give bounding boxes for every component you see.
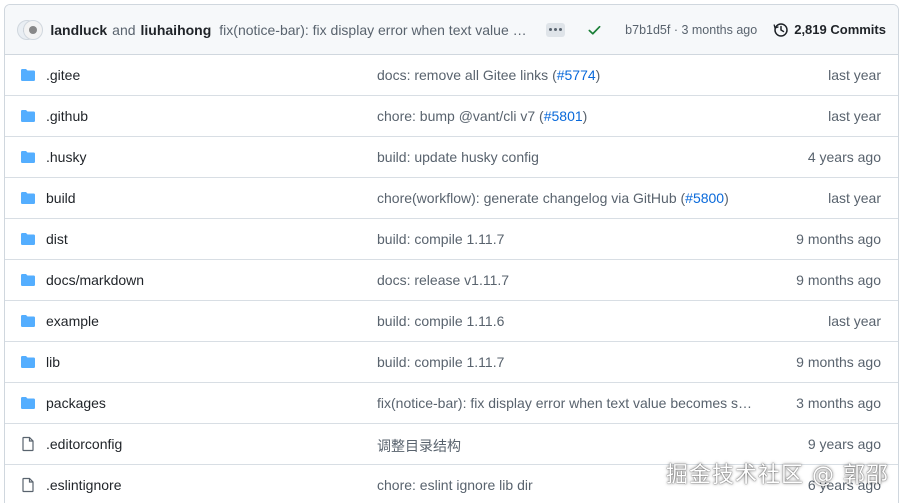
commit-age[interactable]: 9 months ago [796, 354, 881, 370]
folder-icon [20, 272, 36, 288]
pull-request-link[interactable]: #5774 [557, 67, 596, 83]
folder-icon [20, 313, 36, 329]
commit-message-link[interactable]: build: compile 1.11.7 [377, 231, 757, 247]
commit-message-link[interactable]: build: update husky config [377, 149, 757, 165]
file-name-link[interactable]: .eslintignore [46, 477, 122, 493]
file-name-link[interactable]: .github [46, 108, 88, 124]
file-row[interactable]: lib build: compile 1.11.7 9 months ago [5, 342, 898, 383]
commit-message-text[interactable]: chore: eslint ignore lib dir [377, 477, 533, 493]
watermark: 掘金技术社区 @ 郭邵 [666, 463, 889, 488]
avatar[interactable] [23, 19, 43, 40]
commit-age[interactable]: 4 years ago [808, 149, 881, 165]
file-name-link[interactable]: example [46, 313, 99, 329]
commit-age[interactable]: 9 months ago [796, 272, 881, 288]
commit-message-text[interactable]: chore: bump @vant/cli v7 ( [377, 108, 544, 124]
author-link[interactable]: landluck [50, 22, 107, 38]
commit-message-link[interactable]: 调整目录结构 [377, 436, 757, 456]
folder-icon [20, 108, 36, 124]
history-icon [773, 22, 788, 37]
folder-icon [20, 395, 36, 411]
commit-meta[interactable]: b7b1d5f · 3 months ago [625, 23, 757, 37]
commit-message-text[interactable]: build: update husky config [377, 149, 539, 165]
commit-age[interactable]: last year [828, 190, 881, 206]
commit-message-link[interactable]: chore(workflow): generate changelog via … [377, 190, 757, 206]
file-row[interactable]: .github chore: bump @vant/cli v7 (#5801) l… [5, 96, 898, 137]
file-row[interactable]: docs/markdown docs: release v1.11.7 9 mont… [5, 260, 898, 301]
commit-age[interactable]: 9 years ago [808, 436, 881, 452]
file-icon [20, 477, 36, 493]
file-row[interactable]: example build: compile 1.11.6 last year [5, 301, 898, 342]
commit-message-link[interactable]: fix(notice-bar): fix display error when … [377, 395, 757, 411]
pull-request-link[interactable]: #5800 [685, 190, 724, 206]
file-row[interactable]: .gitee docs: remove all Gitee links (#577… [5, 55, 898, 96]
file-name-link[interactable]: packages [46, 395, 106, 411]
file-name-link[interactable]: .gitee [46, 67, 80, 83]
file-rows: .gitee docs: remove all Gitee links (#577… [5, 55, 898, 503]
commit-message-link[interactable]: build: compile 1.11.7 [377, 354, 757, 370]
folder-icon [20, 149, 36, 165]
commit-message-text[interactable]: 调整目录结构 [377, 438, 461, 454]
commit-message-text[interactable]: build: compile 1.11.7 [377, 354, 504, 370]
folder-icon [20, 190, 36, 206]
commits-count: 2,819 Commits [794, 22, 886, 37]
commit-message-end: ) [724, 190, 729, 206]
commit-message-link[interactable]: build: compile 1.11.6 [377, 313, 757, 329]
commit-age[interactable]: last year [828, 108, 881, 124]
folder-icon [20, 231, 36, 247]
file-icon [20, 436, 36, 452]
commit-age[interactable]: last year [828, 67, 881, 83]
file-list-box: landluck and liuhaihong fix(notice-bar):… [4, 4, 899, 503]
commit-message-link[interactable]: docs: release v1.11.7 [377, 272, 757, 288]
commit-age[interactable]: last year [828, 313, 881, 329]
author-link[interactable]: liuhaihong [141, 22, 212, 38]
ellipsis-icon[interactable] [546, 22, 566, 37]
commit-age[interactable]: 9 months ago [796, 231, 881, 247]
file-name-link[interactable]: dist [46, 231, 68, 247]
file-row[interactable]: packages fix(notice-bar): fix display err… [5, 383, 898, 424]
file-name-link[interactable]: lib [46, 354, 60, 370]
file-name-link[interactable]: docs/markdown [46, 272, 144, 288]
commit-age[interactable]: 3 months ago [796, 395, 881, 411]
commit-message-link[interactable]: docs: remove all Gitee links (#5774) [377, 67, 757, 83]
file-name-link[interactable]: build [46, 190, 76, 206]
commits-history-link[interactable]: 2,819 Commits [773, 22, 886, 38]
and-text: and [112, 21, 136, 38]
folder-icon [20, 67, 36, 83]
folder-icon [20, 354, 36, 370]
commit-message-text[interactable]: docs: release v1.11.7 [377, 272, 509, 288]
file-row[interactable]: .husky build: update husky config 4 years … [5, 137, 898, 178]
commit-avatars[interactable] [17, 17, 43, 43]
commit-message-text[interactable]: build: compile 1.11.6 [377, 313, 504, 329]
check-icon[interactable] [587, 22, 602, 38]
file-name-link[interactable]: .editorconfig [46, 436, 122, 452]
commit-message-end: ) [582, 108, 588, 124]
pull-request-link[interactable]: #5801 [544, 108, 583, 124]
file-row[interactable]: dist build: compile 1.11.7 9 months ago [5, 219, 898, 260]
file-row[interactable]: build chore(workflow): generate changelog… [5, 178, 898, 219]
commit-message-text[interactable]: fix(notice-bar): fix display error when … [377, 395, 757, 411]
latest-commit-header: landluck and liuhaihong fix(notice-bar):… [5, 5, 898, 55]
file-name-link[interactable]: .husky [46, 149, 86, 165]
commit-message-text[interactable]: chore(workflow): generate changelog via … [377, 190, 685, 206]
commit-message-end: ) [595, 67, 601, 83]
latest-commit-message[interactable]: fix(notice-bar): fix display error when … [219, 22, 528, 38]
commit-message-text[interactable]: docs: remove all Gitee links ( [377, 67, 557, 83]
commit-message-link[interactable]: chore: bump @vant/cli v7 (#5801) [377, 108, 757, 124]
commit-message-text[interactable]: build: compile 1.11.7 [377, 231, 504, 247]
